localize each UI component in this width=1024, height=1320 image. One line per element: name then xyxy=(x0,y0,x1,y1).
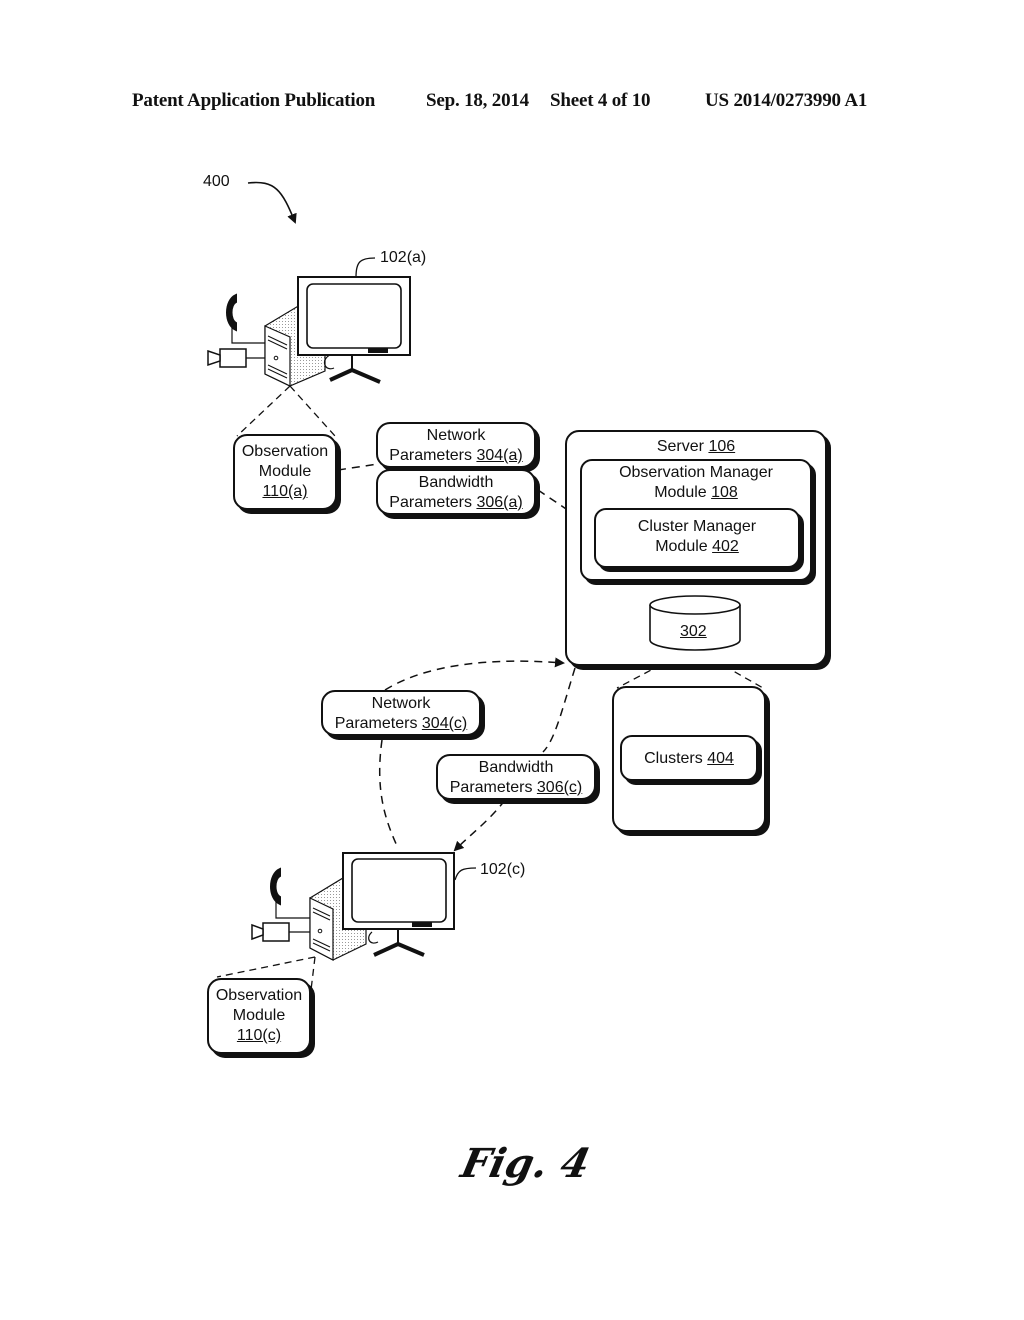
observation-module-a: Observation Module 110(a) xyxy=(233,434,337,510)
diagram-canvas xyxy=(207,181,764,991)
server-106: Server 106 Observation Manager Module 10… xyxy=(565,430,827,666)
bandwidth-parameters-c-line1: Bandwidth xyxy=(478,759,554,776)
observation-module-a-ref: 110(a) xyxy=(262,483,308,500)
ref: 306(c) xyxy=(536,779,583,796)
ref: 304(c) xyxy=(421,715,468,732)
network-parameters-a-line1: Network xyxy=(426,427,486,444)
network-parameters-a: Network Parameters 304(a) xyxy=(376,422,536,468)
label: Module xyxy=(654,484,712,501)
label: Parameters xyxy=(389,447,477,464)
label: Parameters xyxy=(449,779,537,796)
camera-icon xyxy=(251,922,310,942)
observation-module-c: Observation Module 110(c) xyxy=(207,978,311,1054)
figure-caption: Fig. 4 xyxy=(457,1140,595,1187)
cluster-manager-module: Cluster Manager Module 402 xyxy=(594,508,800,568)
datastore-ref: 302 xyxy=(680,623,707,640)
label: Server xyxy=(656,438,709,455)
telephone-icon xyxy=(226,293,237,332)
clusters-container: Clusters 404 xyxy=(612,686,766,832)
network-parameters-c: Network Parameters 304(c) xyxy=(321,690,481,736)
network-parameters-c-line2: Parameters 304(c) xyxy=(323,714,479,734)
bandwidth-parameters-a-line1: Bandwidth xyxy=(418,474,494,491)
ref: 108 xyxy=(711,484,738,501)
cluster-manager-line1: Cluster Manager xyxy=(637,518,757,535)
cluster-manager-line2: Module 402 xyxy=(596,537,798,557)
label: Module xyxy=(655,538,713,555)
ref: 402 xyxy=(712,538,739,555)
bandwidth-parameters-a-line2: Parameters 306(a) xyxy=(378,493,534,513)
figure-ref-arrow xyxy=(247,181,297,224)
observation-manager-line1: Observation Manager xyxy=(619,464,773,481)
observation-module-c-line2: Module xyxy=(232,1007,286,1024)
server-label: Server 106 xyxy=(567,437,825,457)
observation-module-a-line1: Observation xyxy=(241,443,329,460)
ref: 404 xyxy=(707,750,734,767)
ref: 106 xyxy=(708,438,736,455)
network-parameters-a-line2: Parameters 304(a) xyxy=(378,446,534,466)
observation-module-c-line1: Observation xyxy=(215,987,303,1004)
client-device-c xyxy=(216,852,477,991)
label: Parameters xyxy=(334,715,422,732)
observation-module-c-ref: 110(c) xyxy=(236,1027,282,1044)
clusters-404: Clusters 404 xyxy=(620,735,758,781)
bandwidth-parameters-c-line2: Parameters 306(c) xyxy=(438,778,594,798)
ref: 306(a) xyxy=(476,494,523,511)
clusters-label: Clusters 404 xyxy=(622,749,756,769)
ref: 304(a) xyxy=(476,447,523,464)
camera-icon xyxy=(207,348,265,368)
client-device-a xyxy=(207,257,411,437)
observation-module-a-line2: Module xyxy=(258,463,312,480)
figure-ref-label: 400 xyxy=(203,173,230,190)
telephone-icon xyxy=(270,867,281,906)
device-ref-a: 102(a) xyxy=(380,249,427,266)
network-parameters-c-line1: Network xyxy=(371,695,431,712)
bandwidth-parameters-c: Bandwidth Parameters 306(c) xyxy=(436,754,596,800)
label: Clusters xyxy=(644,750,708,767)
observation-manager-module: Observation Manager Module 108 Cluster M… xyxy=(580,459,812,581)
device-ref-c: 102(c) xyxy=(480,861,526,878)
label: Parameters xyxy=(389,494,477,511)
bandwidth-parameters-a: Bandwidth Parameters 306(a) xyxy=(376,469,536,515)
observation-manager-line2: Module 108 xyxy=(582,483,810,503)
